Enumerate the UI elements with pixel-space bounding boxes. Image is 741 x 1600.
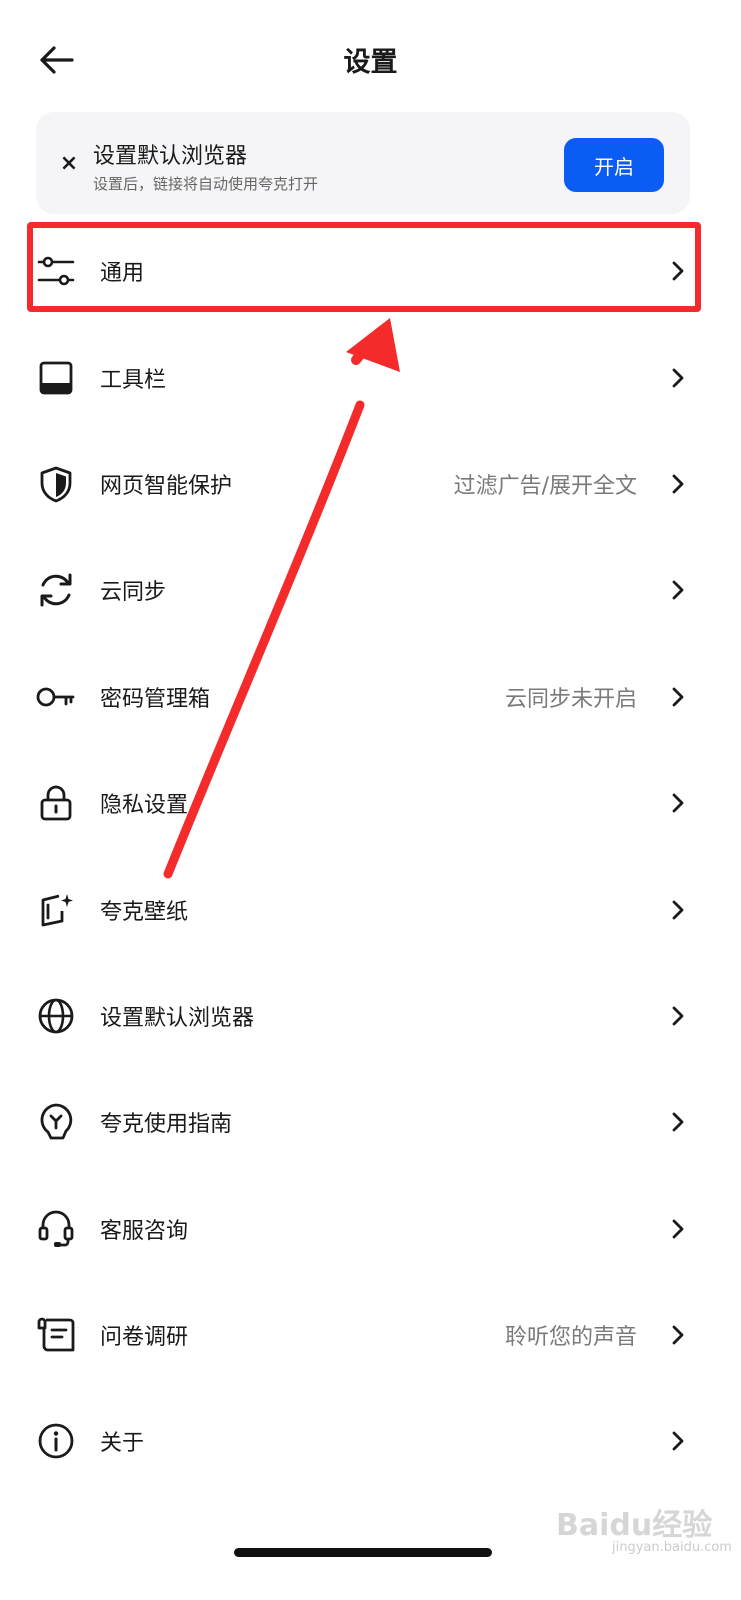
chevron-right-icon xyxy=(668,1004,688,1028)
headset-icon xyxy=(36,1209,76,1249)
banner-title: 设置默认浏览器 xyxy=(93,144,248,169)
menu-item-value: 过滤广告/展开全文 xyxy=(453,473,637,499)
menu-item-default-browser[interactable]: 设置默认浏览器 xyxy=(0,963,741,1069)
menu-item-label: 密码管理箱 xyxy=(100,686,211,712)
home-indicator xyxy=(234,1548,492,1557)
menu-item-cloud-sync[interactable]: 云同步 xyxy=(0,537,741,643)
guide-bulb-icon xyxy=(36,1102,76,1142)
settings-menu: 通用 工具栏 网页智能保护 过滤广告/展开全文 云同步 密码管理箱 云同步未开启… xyxy=(0,218,741,1495)
chevron-right-icon xyxy=(668,685,688,709)
menu-item-value: 云同步未开启 xyxy=(504,686,637,712)
chevron-right-icon xyxy=(668,366,688,390)
baidu-watermark-url: jingyan.baidu.com xyxy=(612,1540,732,1555)
chevron-right-icon xyxy=(668,1110,688,1134)
key-icon xyxy=(36,677,76,717)
info-icon xyxy=(36,1421,76,1461)
menu-item-value: 聆听您的声音 xyxy=(504,1325,637,1351)
menu-item-label: 通用 xyxy=(100,261,145,287)
menu-item-label: 客服咨询 xyxy=(100,1218,189,1244)
chevron-right-icon xyxy=(668,898,688,922)
header-bar: 设置 xyxy=(0,0,741,120)
chevron-right-icon xyxy=(668,472,688,496)
close-icon[interactable]: × xyxy=(50,144,88,182)
menu-item-about[interactable]: 关于 xyxy=(0,1388,741,1494)
survey-icon xyxy=(36,1315,76,1355)
toolbar-icon xyxy=(36,358,76,398)
menu-item-wallpaper[interactable]: 夸克壁纸 xyxy=(0,856,741,962)
menu-item-password-manager[interactable]: 密码管理箱 云同步未开启 xyxy=(0,644,741,750)
default-browser-banner: × 设置默认浏览器 设置后，链接将自动使用夸克打开 开启 xyxy=(36,112,690,214)
menu-item-guide[interactable]: 夸克使用指南 xyxy=(0,1069,741,1175)
sliders-icon xyxy=(36,251,76,291)
enable-button[interactable]: 开启 xyxy=(564,138,664,192)
menu-item-label: 关于 xyxy=(100,1431,145,1457)
chevron-right-icon xyxy=(668,1429,688,1453)
chevron-right-icon xyxy=(668,578,688,602)
menu-item-label: 设置默认浏览器 xyxy=(100,1005,255,1031)
baidu-watermark: Baidu经验 xyxy=(556,1508,713,1543)
menu-item-customer-service[interactable]: 客服咨询 xyxy=(0,1176,741,1282)
chevron-right-icon xyxy=(668,791,688,815)
menu-item-web-protection[interactable]: 网页智能保护 过滤广告/展开全文 xyxy=(0,431,741,537)
page-title: 设置 xyxy=(343,47,398,78)
globe-icon xyxy=(36,996,76,1036)
menu-item-toolbar[interactable]: 工具栏 xyxy=(0,324,741,430)
chevron-right-icon xyxy=(668,1217,688,1241)
menu-item-label: 隐私设置 xyxy=(100,793,189,819)
menu-item-label: 夸克使用指南 xyxy=(100,1112,233,1138)
menu-item-label: 云同步 xyxy=(100,580,167,606)
menu-item-general[interactable]: 通用 xyxy=(0,218,741,324)
shield-icon xyxy=(36,464,76,504)
menu-item-label: 夸克壁纸 xyxy=(100,899,189,925)
menu-item-label: 问卷调研 xyxy=(100,1325,189,1351)
menu-item-label: 网页智能保护 xyxy=(100,473,233,499)
menu-item-privacy[interactable]: 隐私设置 xyxy=(0,750,741,856)
sync-icon xyxy=(36,570,76,610)
menu-item-label: 工具栏 xyxy=(100,367,167,393)
lock-icon xyxy=(36,783,76,823)
chevron-right-icon xyxy=(668,259,688,283)
banner-subtitle: 设置后，链接将自动使用夸克打开 xyxy=(93,175,319,193)
chevron-right-icon xyxy=(668,1323,688,1347)
wallpaper-icon xyxy=(36,890,76,930)
menu-item-survey[interactable]: 问卷调研 聆听您的声音 xyxy=(0,1282,741,1388)
